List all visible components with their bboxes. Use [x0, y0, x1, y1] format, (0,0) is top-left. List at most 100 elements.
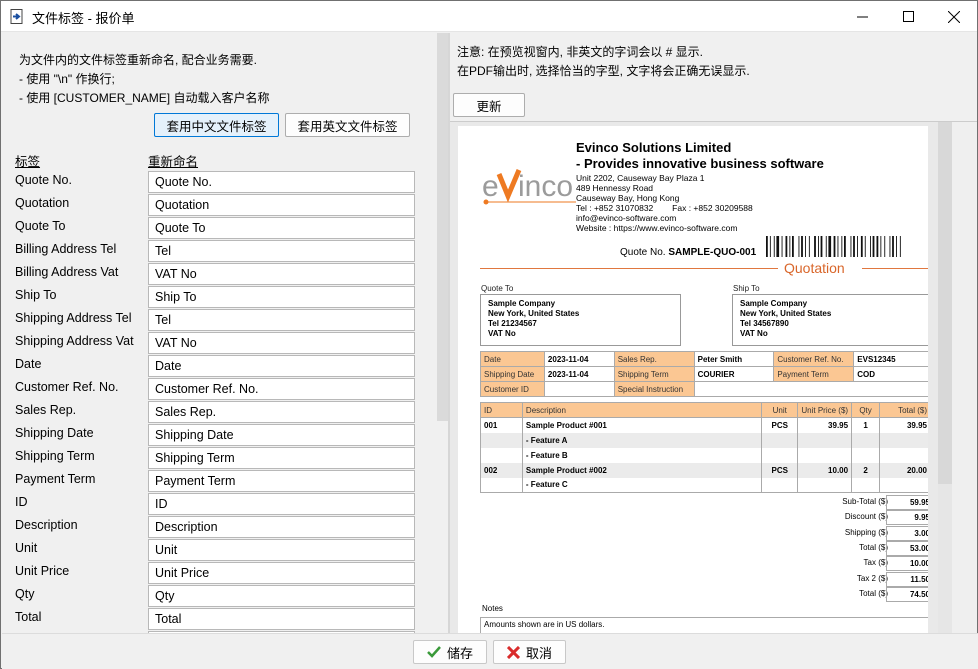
barcode-bar [825, 236, 827, 257]
rename-input[interactable]: Shipping Term [148, 447, 415, 469]
address-line: VAT No [488, 329, 516, 338]
cancel-button[interactable]: 取消 [493, 640, 566, 664]
item-row: 002 Sample Product #002 PCS 10.00 2 20.00 [480, 462, 928, 478]
row-label: Shipping Address Vat [15, 334, 134, 348]
notes-label: Notes [482, 604, 503, 613]
barcode-bar [841, 236, 843, 257]
preview-scrollbar[interactable] [938, 122, 952, 633]
minimize-button[interactable] [839, 1, 885, 32]
info-value [693, 381, 928, 397]
close-button[interactable] [931, 1, 977, 32]
info-key: Customer Ref. No. [773, 351, 855, 367]
instruction-line: - 使用 [CUSTOMER_NAME] 自动载入客户名称 [19, 91, 270, 105]
rename-input[interactable]: Unit Price [148, 562, 415, 584]
row-label: ID [15, 495, 28, 509]
address-line: VAT No [740, 329, 768, 338]
item-cell: 002 [480, 462, 523, 478]
save-button[interactable]: 储存 [413, 640, 487, 664]
rename-input[interactable]: Unit [148, 539, 415, 561]
rename-input[interactable]: ID [148, 493, 415, 515]
barcode-bar [820, 236, 823, 257]
maximize-button[interactable] [885, 1, 931, 32]
item-cell [851, 432, 881, 448]
column-header: ID [480, 402, 523, 418]
label-column-header: 标签 [15, 155, 41, 169]
website-line: Website : https://www.evinco-software.co… [576, 223, 738, 233]
item-cell [879, 477, 928, 493]
barcode-bar [801, 236, 803, 257]
address-line: 489 Hennessy Road [576, 183, 654, 193]
column-header: Unit Price ($) [797, 402, 853, 418]
instruction-line: 为文件内的文件标签重新命名, 配合业务需要. [19, 53, 258, 67]
rename-input[interactable]: Ship To [148, 286, 415, 308]
rename-input[interactable]: Customer Ref. No. [148, 378, 415, 400]
item-cell [851, 477, 881, 493]
apply-chinese-labels-button[interactable]: 套用中文文件标签 [154, 113, 279, 137]
rename-input[interactable]: Date [148, 355, 415, 377]
email-line: info@evinco-software.com [576, 213, 677, 223]
rename-input[interactable]: Tel [148, 309, 415, 331]
scrollbar-thumb[interactable] [938, 122, 952, 484]
instruction-line: - 使用 "\n" 作换行; [19, 72, 115, 86]
refresh-button[interactable]: 更新 [453, 93, 525, 117]
company-address: Unit 2202, Causeway Bay Plaza 1 489 Henn… [576, 173, 753, 233]
rename-input[interactable]: Payment Term [148, 470, 415, 492]
barcode-bar [889, 236, 891, 257]
save-label: 储存 [446, 645, 473, 661]
rename-input[interactable]: Qty [148, 585, 415, 607]
barcode-bar [833, 236, 836, 257]
total-row: Tax ($) 10.00 [798, 556, 928, 572]
maximize-icon [902, 11, 914, 22]
total-label: Total ($) [859, 542, 888, 552]
info-value: Peter Smith [693, 351, 775, 367]
total-label: Tax ($) [863, 558, 888, 568]
quote-number-label: Quote No. [620, 247, 666, 258]
address-line: New York, United States [488, 309, 580, 318]
row-label: Unit [15, 541, 38, 555]
rename-input[interactable]: Shipping Date [148, 424, 415, 446]
scrollbar-thumb[interactable] [437, 33, 448, 421]
total-label: Tax 2 ($) [856, 573, 888, 583]
total-value: 53.00 [886, 540, 928, 556]
barcode-bar [850, 236, 852, 257]
item-cell: - Feature C [521, 477, 763, 493]
info-key: Shipping Term [613, 366, 695, 382]
dialog-footer: 储存 取消 [2, 633, 978, 669]
item-cell [879, 432, 928, 448]
rename-input[interactable]: Total [148, 608, 415, 630]
item-cell: Sample Product #001 [521, 417, 763, 433]
address-line: Unit 2202, Causeway Bay Plaza 1 [576, 173, 705, 183]
barcode-bar [773, 236, 775, 257]
address-line: New York, United States [740, 309, 832, 318]
rename-input[interactable]: VAT No [148, 263, 415, 285]
instructions: 为文件内的文件标签重新命名, 配合业务需要. - 使用 "\n" 作换行; - … [19, 51, 269, 108]
row-label: Sales Rep. [15, 403, 77, 417]
column-header: Description [521, 402, 763, 418]
row-label: Quote No. [15, 173, 72, 187]
item-cell [480, 477, 523, 493]
rename-input[interactable]: Quote No. [148, 171, 415, 193]
title-rule-left [480, 268, 778, 269]
row-label: Payment Term [15, 472, 96, 486]
item-cell: 20.00 [879, 462, 928, 478]
item-cell [797, 447, 853, 463]
info-value: COD [853, 366, 928, 382]
total-value: 11.50 [886, 571, 928, 587]
address-line: Sample Company [740, 299, 808, 308]
rename-input[interactable]: Quotation [148, 194, 415, 216]
left-scrollbar[interactable] [436, 33, 448, 633]
rename-input[interactable]: Description [148, 516, 415, 538]
rename-input[interactable]: Tel [148, 240, 415, 262]
row-label: Total [15, 610, 42, 624]
title-rule-right [862, 268, 928, 269]
apply-english-labels-button[interactable]: 套用英文文件标签 [285, 113, 410, 137]
barcode-bar [896, 236, 897, 257]
checkmark-icon [427, 646, 441, 658]
quote-number-value: SAMPLE-QUO-001 [668, 247, 757, 258]
rename-input[interactable]: VAT No [148, 332, 415, 354]
row-label: Shipping Date [15, 426, 94, 440]
barcode-bar [857, 236, 858, 257]
rename-input[interactable]: Sales Rep. [148, 401, 415, 423]
rename-input[interactable]: Quote To [148, 217, 415, 239]
row-label: Date [15, 357, 42, 371]
